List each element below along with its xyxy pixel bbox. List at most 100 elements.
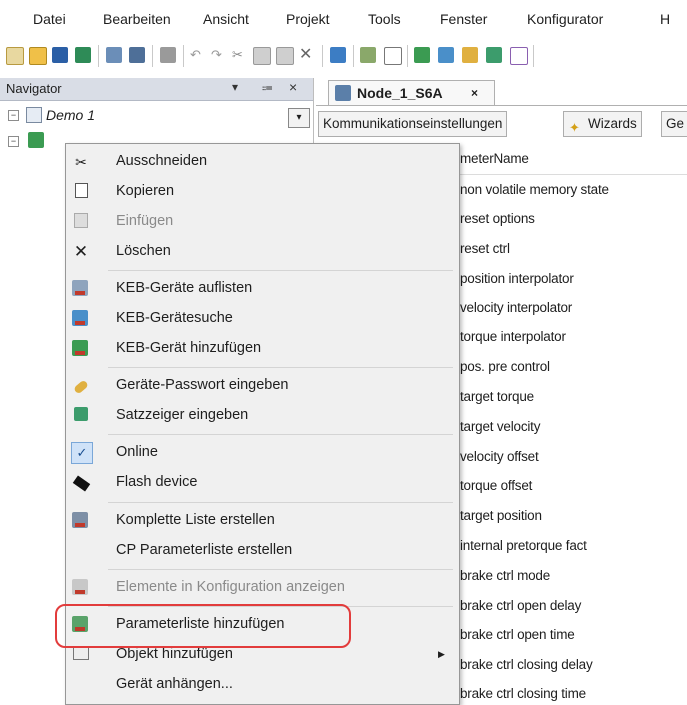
menu-datei[interactable]: Datei — [33, 11, 66, 27]
document-tab-label: Node_1_S6A — [357, 85, 443, 101]
toolbar-separator — [407, 45, 408, 67]
menu-item-label: KEB-Geräte auflisten — [116, 280, 253, 296]
keb-list-icon — [72, 280, 90, 298]
menu-item-satzzeiger[interactable]: Satzzeiger eingeben — [66, 401, 459, 431]
open-folder-icon[interactable] — [29, 47, 47, 65]
menu-hilfe[interactable]: H — [660, 11, 670, 27]
toolbar-separator — [98, 45, 99, 67]
table-row[interactable]: non volatile memory state — [460, 182, 609, 197]
pin-icon[interactable]: ⩴ — [262, 80, 273, 95]
table-row[interactable]: brake ctrl open delay — [460, 598, 581, 613]
table-row[interactable]: internal pretorque fact — [460, 538, 587, 553]
tab-wizards-label: Wizards — [588, 116, 637, 131]
save-all-icon[interactable] — [75, 47, 91, 63]
menu-item-ausschneiden[interactable]: ✂ Ausschneiden — [66, 147, 459, 177]
collapse-icon[interactable]: − — [8, 110, 19, 121]
keb-search-icon[interactable] — [438, 47, 454, 63]
keb-list-icon[interactable] — [330, 47, 346, 63]
navigator-menu-icon[interactable]: ▾ — [232, 80, 238, 94]
table-row[interactable]: brake ctrl open time — [460, 627, 575, 642]
keb-config-icon[interactable] — [129, 47, 145, 63]
column-header-parametername[interactable]: meterName — [460, 151, 529, 166]
table-row[interactable]: torque interpolator — [460, 329, 566, 344]
menu-tools[interactable]: Tools — [368, 11, 401, 27]
insert-dropdown-icon[interactable] — [360, 47, 376, 63]
tree-row-demo[interactable]: − Demo 1 — [0, 106, 313, 126]
table-row[interactable]: brake ctrl mode — [460, 568, 550, 583]
menu-item-kopieren[interactable]: Kopieren — [66, 177, 459, 207]
redo-icon[interactable]: ↷ — [211, 47, 227, 63]
scissors-icon: ✂ — [75, 154, 87, 170]
tab-close-icon[interactable]: × — [471, 86, 478, 100]
menu-ansicht[interactable]: Ansicht — [203, 11, 249, 27]
menu-item-label: Kopieren — [116, 183, 175, 199]
table-row[interactable]: target torque — [460, 389, 534, 404]
tab-wizards[interactable]: ✦ Wizards — [563, 111, 642, 137]
menu-item-label: Komplette Liste erstellen — [116, 512, 275, 528]
keb-config-icon — [72, 579, 90, 597]
close-icon[interactable]: × — [289, 79, 297, 95]
table-row[interactable]: brake ctrl closing delay — [460, 657, 593, 672]
menu-separator — [108, 569, 453, 570]
highlight-annotation — [55, 604, 351, 648]
menu-item-label: Geräte-Passwort eingeben — [116, 377, 289, 393]
menu-item-keb-geraet-hinzufuegen[interactable]: KEB-Gerät hinzufügen — [66, 334, 459, 364]
table-row[interactable]: reset ctrl — [460, 241, 510, 256]
keb-device-icon[interactable] — [106, 47, 122, 63]
record-pointer-icon[interactable] — [486, 47, 502, 63]
menu-item-komplette-liste[interactable]: Komplette Liste erstellen — [66, 506, 459, 536]
menu-item-keb-geraete-auflisten[interactable]: KEB-Geräte auflisten — [66, 274, 459, 304]
chart-icon[interactable] — [510, 47, 528, 65]
key-icon[interactable] — [462, 47, 478, 63]
menu-item-label: Ausschneiden — [116, 153, 208, 169]
menu-item-geraet-anhaengen[interactable]: Gerät anhängen... — [66, 670, 459, 700]
device-online-icon — [28, 132, 44, 148]
print-icon[interactable] — [160, 47, 176, 63]
menu-bearbeiten[interactable]: Bearbeiten — [103, 11, 171, 27]
menu-projekt[interactable]: Projekt — [286, 11, 330, 27]
copy-icon[interactable] — [253, 47, 271, 65]
table-row[interactable]: brake ctrl closing time — [460, 686, 586, 701]
keb-search-icon — [72, 310, 90, 328]
delete-icon[interactable]: ✕ — [299, 47, 315, 63]
menu-item-flash-device[interactable]: Flash device — [66, 468, 459, 498]
document-tab[interactable]: Node_1_S6A × — [328, 80, 495, 105]
menu-item-geraete-passwort[interactable]: Geräte-Passwort eingeben — [66, 371, 459, 401]
tree-root-label: Demo 1 — [46, 107, 96, 123]
tab-ge[interactable]: Ge — [661, 111, 687, 137]
menu-item-online[interactable]: ✓ Online — [66, 438, 459, 468]
menu-item-label: Elemente in Konfiguration anzeigen — [116, 579, 345, 595]
menu-item-einfuegen[interactable]: Einfügen — [66, 207, 459, 237]
tree-row-node[interactable]: − — [0, 132, 65, 152]
menu-konfigurator[interactable]: Konfigurator — [527, 11, 603, 27]
table-row[interactable]: target position — [460, 508, 542, 523]
table-row[interactable]: velocity interpolator — [460, 300, 572, 315]
tab-kommunikationseinstellungen[interactable]: Kommunikationseinstellungen — [318, 111, 508, 137]
menu-fenster[interactable]: Fenster — [440, 11, 487, 27]
menu-item-label: Objekt hinzufügen — [116, 646, 233, 662]
collapse-icon[interactable]: − — [8, 136, 19, 147]
paste-icon[interactable] — [276, 47, 294, 65]
table-row[interactable]: pos. pre control — [460, 359, 550, 374]
save-icon[interactable] — [52, 47, 68, 63]
menu-item-loeschen[interactable]: ✕ Löschen — [66, 237, 459, 267]
new-file-icon[interactable] — [6, 47, 24, 65]
toolbar: ↶ ↷ ✂ ✕ — [0, 36, 687, 78]
table-row[interactable]: reset options — [460, 211, 535, 226]
toolbar-separator — [152, 45, 153, 67]
keb-add-icon[interactable] — [414, 47, 430, 63]
menu-item-elemente-anzeigen[interactable]: Elemente in Konfiguration anzeigen — [66, 573, 459, 603]
table-row[interactable]: position interpolator — [460, 271, 574, 286]
table-row[interactable]: velocity offset — [460, 449, 539, 464]
table-row[interactable]: torque offset — [460, 478, 532, 493]
table-row[interactable]: target velocity — [460, 419, 540, 434]
menu-item-label: CP Parameterliste erstellen — [116, 542, 293, 558]
menu-item-keb-geraetesuche[interactable]: KEB-Gerätesuche — [66, 304, 459, 334]
key-icon — [72, 377, 90, 395]
cut-icon[interactable]: ✂ — [232, 47, 248, 63]
new-doc-icon[interactable] — [384, 47, 402, 65]
dropdown-button[interactable]: ▾ — [288, 108, 310, 128]
undo-icon[interactable]: ↶ — [190, 47, 206, 63]
menu-item-cp-parameterliste[interactable]: CP Parameterliste erstellen — [66, 536, 459, 566]
navigator-title: Navigator — [6, 81, 62, 96]
